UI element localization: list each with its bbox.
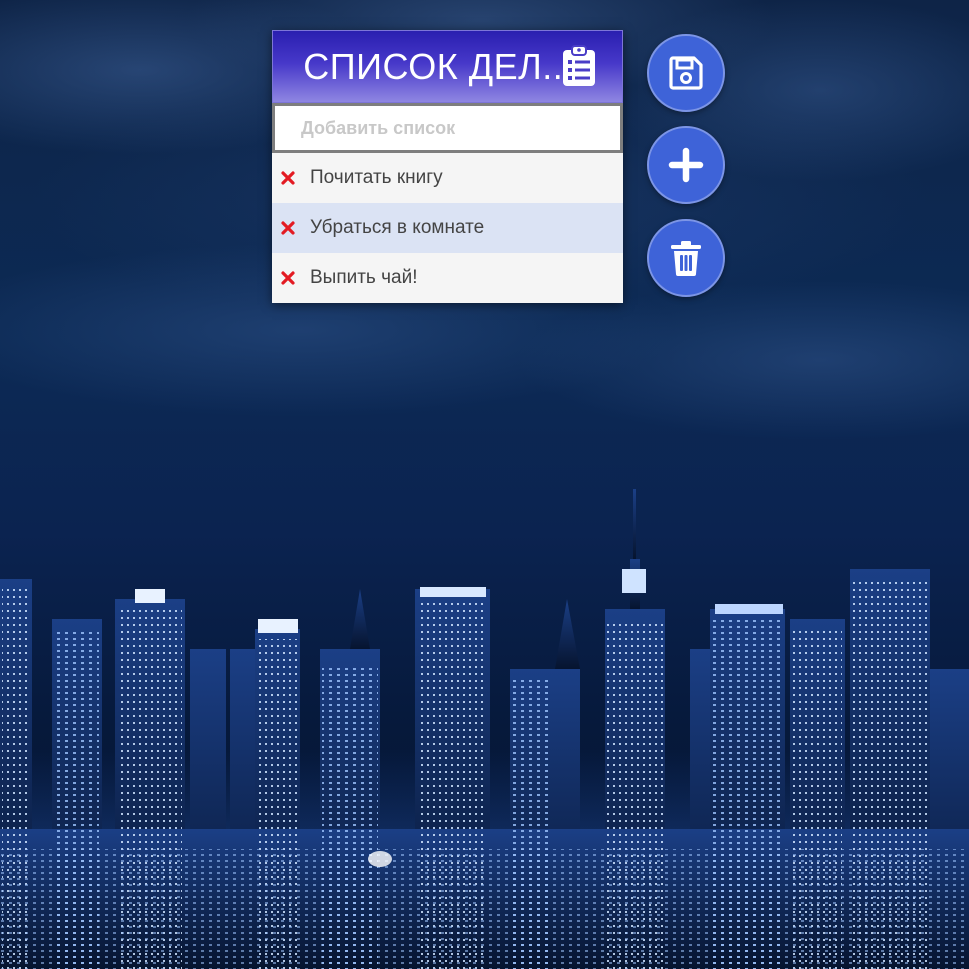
todo-list: Почитать книгу Убраться в комнате Выпить… <box>272 153 623 303</box>
add-list-input[interactable] <box>275 106 620 150</box>
close-icon[interactable] <box>280 270 296 286</box>
close-icon[interactable] <box>280 170 296 186</box>
floppy-disk-icon <box>669 56 703 90</box>
todo-item-label: Почитать книгу <box>310 167 443 188</box>
todo-item[interactable]: Выпить чай! <box>272 253 623 303</box>
city-skyline <box>0 489 969 969</box>
trash-icon <box>671 241 701 276</box>
add-button[interactable] <box>647 126 725 204</box>
clipboard-list-icon <box>563 45 595 86</box>
todo-title: СПИСОК ДЕЛ... <box>303 45 574 87</box>
clear-button[interactable] <box>647 219 725 297</box>
todo-item[interactable]: Убраться в комнате <box>272 203 623 253</box>
todo-item-label: Выпить чай! <box>310 267 418 288</box>
save-button[interactable] <box>647 34 725 112</box>
close-icon[interactable] <box>280 220 296 236</box>
todo-header: СПИСОК ДЕЛ... <box>272 30 623 103</box>
todo-item-label: Убраться в комнате <box>310 217 485 238</box>
plus-icon <box>668 147 704 183</box>
add-list-field <box>272 103 623 153</box>
todo-item[interactable]: Почитать книгу <box>272 153 623 203</box>
todo-card: СПИСОК ДЕЛ... Почитать книгу Убраться <box>272 30 623 303</box>
